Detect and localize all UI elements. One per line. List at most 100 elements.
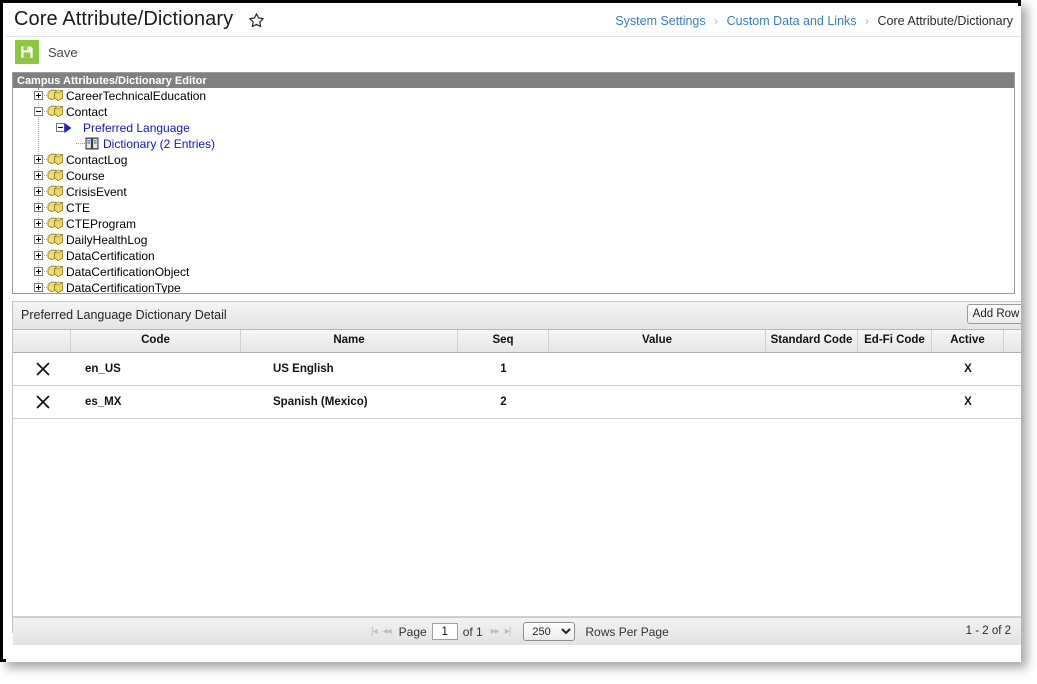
tree-node-label[interactable]: Dictionary (2 Entries) (103, 136, 215, 152)
tree-node-label[interactable]: DataCertification (66, 248, 155, 264)
grid-column-header[interactable] (13, 330, 71, 352)
detail-panel-header: Preferred Language Dictionary Detail Add… (13, 302, 1021, 330)
campus-attributes-tree-panel: Campus Attributes/Dictionary Editor Care… (12, 72, 1015, 294)
tree-node[interactable]: Preferred Language (13, 120, 1014, 136)
tree-node-list[interactable]: CareerTechnicalEducation Contact Preferred… (13, 88, 1014, 293)
floppy-disk-save-icon (15, 40, 39, 64)
table-row[interactable]: es_MX Spanish (Mexico) 2 X (13, 386, 1021, 419)
tree-node[interactable]: CTE (13, 200, 1014, 216)
tree-node[interactable]: Contact (13, 104, 1014, 120)
dictionary-detail-panel: Preferred Language Dictionary Detail Add… (12, 301, 1021, 645)
table-cell-standard_code[interactable] (766, 386, 858, 418)
breadcrumb-separator-icon: › (865, 14, 870, 28)
expand-node-icon[interactable] (34, 283, 43, 292)
app-screenshot: Core Attribute/Dictionary System Setting… (0, 0, 1037, 684)
tree-node[interactable]: DataCertificationType (13, 280, 1014, 293)
grid-column-header[interactable]: Ed-Fi Code (858, 330, 932, 352)
first-page-icon[interactable]: |◂ (371, 626, 378, 637)
pagination-controls: |◂ ◂◂ Page of 1 ▸▸ ▸| 2550100250500 Rows… (368, 618, 669, 645)
grid-column-header[interactable]: Seq (458, 330, 549, 352)
previous-page-icon[interactable]: ◂◂ (383, 626, 392, 637)
table-cell-name[interactable]: US English (241, 353, 458, 385)
table-cell-seq[interactable]: 1 (458, 353, 549, 385)
table-cell-active[interactable]: X (932, 353, 1004, 385)
tree-node-label[interactable]: CrisisEvent (66, 184, 127, 200)
breadcrumb: System Settings › Custom Data and Links … (615, 14, 1013, 28)
grid-column-header[interactable]: Standard Code (766, 330, 858, 352)
tree-node-label[interactable]: CTEProgram (66, 216, 136, 232)
tree-node-label[interactable]: CareerTechnicalEducation (66, 88, 206, 104)
table-cell-active[interactable]: X (932, 386, 1004, 418)
grid-column-header[interactable]: Code (71, 330, 241, 352)
breadcrumb-item-system-settings[interactable]: System Settings (615, 14, 705, 28)
tree-node[interactable]: ContactLog (13, 152, 1014, 168)
detail-panel-title: Preferred Language Dictionary Detail (21, 308, 227, 322)
tree-node-label[interactable]: DailyHealthLog (66, 232, 147, 248)
tree-node[interactable]: CrisisEvent (13, 184, 1014, 200)
table-cell-value[interactable] (549, 353, 766, 385)
expand-node-icon[interactable] (34, 91, 43, 100)
tree-node[interactable]: Dictionary (2 Entries) (13, 136, 1014, 152)
tree-node[interactable]: DataCertification (13, 248, 1014, 264)
pagination-bar: |◂ ◂◂ Page of 1 ▸▸ ▸| 2550100250500 Rows… (13, 617, 1021, 645)
table-cell-code[interactable]: es_MX (71, 386, 241, 418)
collapse-node-icon[interactable] (34, 107, 43, 116)
delete-x-icon[interactable] (35, 361, 51, 377)
star-outline-icon[interactable] (248, 12, 265, 29)
table-cell-code[interactable]: en_US (71, 353, 241, 385)
page-title: Core Attribute/Dictionary (14, 8, 234, 30)
add-row-button[interactable]: Add Row (967, 304, 1021, 324)
rows-per-page-select[interactable]: 2550100250500 (523, 622, 576, 641)
table-cell-seq[interactable]: 2 (458, 386, 549, 418)
expand-node-icon[interactable] (34, 187, 43, 196)
tree-node[interactable]: CTEProgram (13, 216, 1014, 232)
window-frame: Core Attribute/Dictionary System Setting… (0, 0, 1021, 662)
delete-x-icon[interactable] (35, 394, 51, 410)
expand-node-icon[interactable] (34, 171, 43, 180)
tree-node[interactable]: DailyHealthLog (13, 232, 1014, 248)
tree-node-label[interactable]: ContactLog (66, 152, 127, 168)
expand-node-icon[interactable] (34, 267, 43, 276)
expand-node-icon[interactable] (34, 251, 43, 260)
folder-icon (47, 281, 64, 293)
expand-node-icon[interactable] (34, 235, 43, 244)
tree-node-label[interactable]: CTE (66, 200, 90, 216)
tree-node-label[interactable]: Course (66, 168, 105, 184)
grid-column-header[interactable]: Active (932, 330, 1004, 352)
page-content: Core Attribute/Dictionary System Setting… (6, 6, 1021, 662)
table-cell-edfi_code[interactable] (858, 386, 932, 418)
tree-node-label[interactable]: Contact (66, 104, 107, 120)
grid-column-header[interactable]: Value (549, 330, 766, 352)
grid-header-row: Code Name Seq Value Standard Code Ed-Fi Code A… (13, 330, 1021, 353)
rows-per-page-label: Rows Per Page (585, 624, 669, 639)
expand-node-icon[interactable] (34, 203, 43, 212)
expand-node-icon[interactable] (34, 219, 43, 228)
table-cell-edfi_code[interactable] (858, 353, 932, 385)
tree-node-label[interactable]: DataCertificationType (66, 280, 181, 293)
table-cell-standard_code[interactable] (766, 353, 858, 385)
tree-node[interactable]: Course (13, 168, 1014, 184)
next-page-icon[interactable]: ▸▸ (491, 626, 500, 637)
tree-connector-line (76, 143, 85, 145)
tree-panel-header: Campus Attributes/Dictionary Editor (13, 73, 1014, 88)
expand-node-icon[interactable] (34, 155, 43, 164)
table-cell-value[interactable] (549, 386, 766, 418)
grid-column-header[interactable]: Name (241, 330, 458, 352)
tree-node[interactable]: DataCertificationObject (13, 264, 1014, 280)
tree-node[interactable]: CareerTechnicalEducation (13, 88, 1014, 104)
page-of-label: of 1 (462, 624, 483, 639)
last-page-icon[interactable]: ▸| (505, 626, 512, 637)
grid-empty-area (13, 419, 1021, 617)
save-button[interactable]: Save (15, 40, 78, 64)
tree-node-label[interactable]: Preferred Language (83, 120, 190, 136)
breadcrumb-separator-icon: › (714, 14, 719, 28)
tree-node-label[interactable]: DataCertificationObject (66, 264, 189, 280)
record-count: 1 - 2 of 2 (965, 625, 1011, 637)
table-cell-name[interactable]: Spanish (Mexico) (241, 386, 458, 418)
breadcrumb-current: Core Attribute/Dictionary (877, 14, 1013, 28)
table-row[interactable]: en_US US English 1 X (13, 353, 1021, 386)
page-number-input[interactable] (431, 623, 458, 640)
breadcrumb-item-custom-data-and-links[interactable]: Custom Data and Links (727, 14, 857, 28)
grid-body: en_US US English 1 Xes_MX Spanish (Mexico) 2 X (13, 353, 1021, 419)
action-bar: Save (6, 37, 1021, 69)
